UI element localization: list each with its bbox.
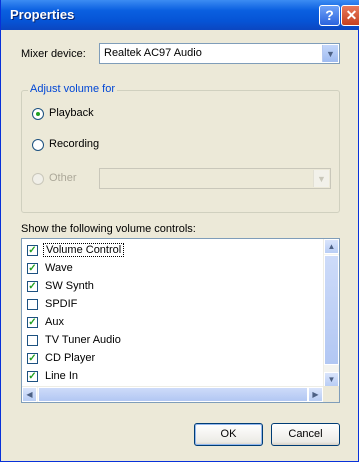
list-item-label: SW Synth (45, 280, 94, 292)
checkbox-cd-player[interactable]: ✓ (27, 353, 38, 364)
list-item-label: Line In (45, 370, 79, 382)
other-radio (32, 173, 44, 185)
arrow-up-icon[interactable]: ▲ (324, 239, 339, 254)
checkbox-wave[interactable]: ✓ (27, 263, 38, 274)
horizontal-scroll-thumb[interactable] (38, 387, 308, 402)
list-item-label: Volume Control (43, 243, 125, 257)
recording-radio[interactable] (32, 139, 44, 151)
checkbox-volume-control[interactable]: ✓ (27, 245, 38, 256)
playback-label[interactable]: Playback (49, 107, 94, 119)
checkbox-line-in[interactable]: ✓ (27, 371, 38, 382)
list-item-label: TV Tuner Audio (45, 334, 121, 346)
volume-controls-label: Show the following volume controls: (21, 223, 196, 235)
window-title: Properties (10, 7, 75, 22)
list-item-label: CD Player (45, 352, 96, 364)
other-label: Other (49, 172, 77, 184)
list-item-label: Aux (45, 316, 64, 328)
volume-controls-list[interactable]: ✓ Volume Control ✓ Wave ✓ SW Synth SPDIF… (21, 238, 340, 403)
list-item-label: SPDIF (45, 298, 78, 310)
chevron-down-icon[interactable]: ▼ (322, 45, 338, 62)
ok-button[interactable]: OK (194, 423, 263, 446)
help-button[interactable]: ? (319, 5, 340, 26)
chevron-down-icon: ▼ (313, 170, 329, 187)
checkbox-sw-synth[interactable]: ✓ (27, 281, 38, 292)
recording-label[interactable]: Recording (49, 138, 99, 150)
mixer-device-select[interactable]: Realtek AC97 Audio ▼ (99, 43, 340, 64)
mixer-device-value: Realtek AC97 Audio (104, 47, 202, 59)
other-select: ▼ (99, 168, 331, 189)
arrow-right-icon[interactable]: ▶ (308, 387, 323, 402)
adjust-volume-title: Adjust volume for (28, 83, 117, 95)
checkbox-aux[interactable]: ✓ (27, 317, 38, 328)
title-bar[interactable]: Properties ? ✕ (1, 0, 359, 30)
mixer-device-label: Mixer device: (21, 48, 86, 60)
radio-selected-dot (36, 112, 40, 116)
cancel-button[interactable]: Cancel (271, 423, 340, 446)
checkbox-spdif[interactable] (27, 299, 38, 310)
arrow-down-icon[interactable]: ▼ (324, 372, 339, 387)
checkbox-tv-tuner-audio[interactable] (27, 335, 38, 346)
playback-radio[interactable] (32, 108, 44, 120)
list-item-label: Wave (45, 262, 73, 274)
horizontal-scrollbar[interactable]: ◀ ▶ (22, 386, 324, 402)
scrollbar-corner (323, 386, 339, 402)
arrow-left-icon[interactable]: ◀ (22, 387, 37, 402)
vertical-scroll-thumb[interactable] (324, 255, 339, 365)
properties-dialog: Properties ? ✕ Mixer device: Realtek AC9… (0, 0, 359, 462)
close-button[interactable]: ✕ (341, 5, 359, 26)
vertical-scrollbar[interactable]: ▲ ▼ (323, 239, 339, 387)
